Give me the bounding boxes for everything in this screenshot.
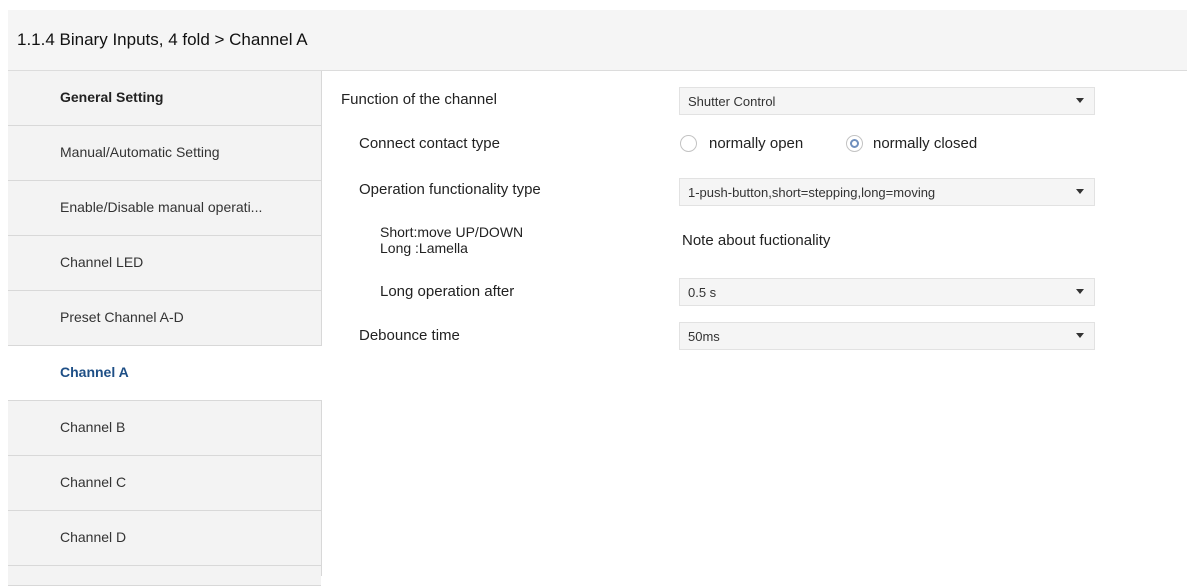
sidebar: General Setting Manual/Automatic Setting… bbox=[8, 71, 322, 586]
note-line-short: Short:move UP/DOWN bbox=[380, 224, 524, 240]
functionality-note: Short:move UP/DOWN Long :Lamella bbox=[380, 224, 523, 256]
sidebar-item-label: Channel LED bbox=[60, 254, 144, 270]
operation-type-label: Operation functionality type bbox=[359, 181, 541, 198]
sidebar-item-label: General Setting bbox=[60, 89, 164, 105]
sidebar-item-label: Channel A bbox=[60, 364, 129, 380]
function-dropdown[interactable]: Shutter Control bbox=[679, 87, 1095, 115]
sidebar-item-label: Preset Channel A-D bbox=[60, 309, 184, 325]
sidebar-item-manual-automatic-setting[interactable]: Manual/Automatic Setting bbox=[8, 126, 321, 181]
debounce-time-dropdown[interactable]: 50ms bbox=[679, 322, 1095, 350]
note-about-functionality: Note about fuctionality bbox=[682, 232, 831, 249]
long-operation-dropdown[interactable]: 0.5 s bbox=[679, 278, 1095, 306]
long-operation-value: 0.5 s bbox=[688, 285, 717, 300]
chevron-down-icon bbox=[1076, 333, 1084, 338]
radio-normally-closed[interactable] bbox=[846, 135, 863, 152]
sidebar-item-general-setting[interactable]: General Setting bbox=[8, 71, 321, 126]
chevron-down-icon bbox=[1076, 289, 1084, 294]
sidebar-item-label: Channel D bbox=[60, 529, 127, 545]
sidebar-item-label: Manual/Automatic Setting bbox=[60, 144, 220, 160]
chevron-down-icon bbox=[1076, 98, 1084, 103]
sidebar-item-channel-c[interactable]: Channel C bbox=[8, 456, 321, 511]
radio-label-normally-open[interactable]: normally open bbox=[709, 135, 803, 152]
radio-label-normally-closed[interactable]: normally closed bbox=[873, 135, 977, 152]
operation-type-dropdown[interactable]: 1-push-button,short=stepping,long=moving bbox=[679, 178, 1095, 206]
operation-type-value: 1-push-button,short=stepping,long=moving bbox=[688, 185, 936, 200]
contact-type-label: Connect contact type bbox=[359, 135, 500, 152]
title-bar: 1.1.4 Binary Inputs, 4 fold > Channel A bbox=[8, 10, 1187, 71]
sidebar-item-label: Enable/Disable manual operati... bbox=[60, 199, 263, 215]
long-operation-label: Long operation after bbox=[380, 283, 515, 300]
debounce-time-value: 50ms bbox=[688, 329, 720, 344]
chevron-down-icon bbox=[1076, 189, 1084, 194]
radio-normally-open[interactable] bbox=[680, 135, 697, 152]
sidebar-item-channel-d[interactable]: Channel D bbox=[8, 511, 321, 566]
sidebar-item-preset-channel[interactable]: Preset Channel A-D bbox=[8, 291, 321, 346]
sidebar-item-label: Channel C bbox=[60, 474, 127, 490]
sidebar-item-channel-a[interactable]: Channel A bbox=[8, 346, 322, 401]
page-title: 1.1.4 Binary Inputs, 4 fold > Channel A bbox=[17, 30, 308, 49]
sidebar-item-enable-disable-manual[interactable]: Enable/Disable manual operati... bbox=[8, 181, 321, 236]
function-label: Function of the channel bbox=[341, 91, 497, 108]
sidebar-item-channel-led[interactable]: Channel LED bbox=[8, 236, 321, 291]
sidebar-item-label: Channel B bbox=[60, 419, 126, 435]
note-line-long: Long :Lamella bbox=[380, 240, 468, 256]
sidebar-item-channel-b[interactable]: Channel B bbox=[8, 401, 321, 456]
debounce-time-label: Debounce time bbox=[359, 327, 460, 344]
function-value: Shutter Control bbox=[688, 94, 776, 109]
sidebar-item-partial bbox=[8, 566, 321, 586]
